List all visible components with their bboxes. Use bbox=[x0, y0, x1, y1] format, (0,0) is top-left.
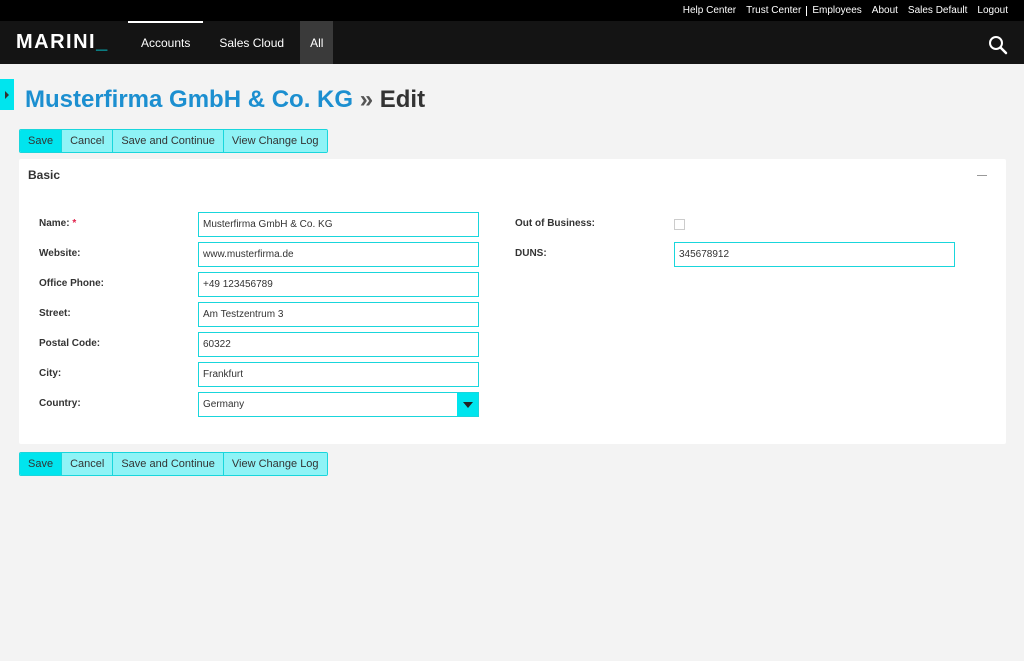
nav-tab-accounts[interactable]: Accounts bbox=[128, 21, 204, 64]
duns-label: DUNS: bbox=[515, 248, 547, 259]
save-and-continue-button[interactable]: Save and Continue bbox=[113, 130, 224, 152]
nav-tab-sales-cloud[interactable]: Sales Cloud bbox=[206, 21, 297, 64]
page-title: Musterfirma GmbH & Co. KG » Edit bbox=[25, 86, 425, 114]
main-navbar: MARINI _ Accounts Sales Cloud All bbox=[0, 21, 1024, 64]
website-input[interactable]: www.musterfirma.de bbox=[198, 242, 479, 267]
sales-default-link[interactable]: Sales Default bbox=[903, 5, 972, 16]
name-input[interactable]: Musterfirma GmbH & Co. KG bbox=[198, 212, 479, 237]
help-center-link[interactable]: Help Center bbox=[678, 5, 741, 16]
page-title-record[interactable]: Musterfirma GmbH & Co. KG bbox=[25, 86, 353, 113]
nav-tab-all[interactable]: All bbox=[300, 21, 334, 64]
collapse-panel-icon[interactable] bbox=[977, 175, 987, 176]
out-of-business-checkbox[interactable] bbox=[674, 219, 685, 230]
top-utility-bar: Help Center Trust Center Employees About… bbox=[0, 0, 1024, 21]
basic-panel: Basic Name: * Website: Office Phone: Str… bbox=[19, 159, 1006, 444]
about-link[interactable]: About bbox=[867, 5, 903, 16]
postal-code-label: Postal Code: bbox=[39, 338, 101, 349]
trust-center-link[interactable]: Trust Center bbox=[741, 5, 806, 16]
office-phone-label: Office Phone: bbox=[39, 278, 105, 289]
view-change-log-button[interactable]: View Change Log bbox=[223, 130, 327, 152]
country-label: Country: bbox=[39, 398, 81, 409]
chevron-right-icon bbox=[5, 90, 9, 99]
country-select-value: Germany bbox=[203, 399, 245, 410]
nav-tab-all-label: All bbox=[310, 35, 324, 50]
country-select[interactable]: Germany bbox=[198, 392, 479, 417]
brand-logo[interactable]: MARINI _ bbox=[0, 21, 128, 64]
office-phone-input[interactable]: +49 123456789 bbox=[198, 272, 479, 297]
sidebar-toggle-button[interactable] bbox=[0, 79, 14, 110]
name-label: Name: * bbox=[39, 218, 76, 229]
logout-link[interactable]: Logout bbox=[972, 5, 1013, 16]
action-button-group-bottom: Save Cancel Save and Continue View Chang… bbox=[19, 452, 328, 476]
dropdown-arrow-icon[interactable] bbox=[457, 393, 478, 416]
street-input[interactable]: Am Testzentrum 3 bbox=[198, 302, 479, 327]
save-and-continue-button[interactable]: Save and Continue bbox=[113, 453, 224, 475]
required-marker: * bbox=[72, 218, 77, 229]
page-title-separator: » bbox=[359, 86, 374, 113]
city-input[interactable]: Frankfurt bbox=[198, 362, 479, 387]
panel-title: Basic bbox=[28, 168, 61, 182]
city-label: City: bbox=[39, 368, 62, 379]
street-label: Street: bbox=[39, 308, 71, 319]
brand-underscore: _ bbox=[96, 31, 109, 53]
cancel-button[interactable]: Cancel bbox=[62, 453, 114, 475]
employees-link[interactable]: Employees bbox=[807, 5, 866, 16]
search-icon[interactable] bbox=[988, 35, 1008, 55]
out-of-business-label: Out of Business: bbox=[515, 218, 596, 229]
save-button[interactable]: Save bbox=[20, 130, 63, 152]
duns-input[interactable]: 345678912 bbox=[674, 242, 955, 267]
page-title-mode: Edit bbox=[379, 86, 426, 113]
view-change-log-button[interactable]: View Change Log bbox=[223, 453, 327, 475]
save-button[interactable]: Save bbox=[20, 453, 63, 475]
nav-tab-accounts-label: Accounts bbox=[141, 35, 191, 50]
brand-name: MARINI bbox=[16, 31, 97, 53]
nav-tab-sales-cloud-label: Sales Cloud bbox=[219, 35, 285, 50]
action-button-group-top: Save Cancel Save and Continue View Chang… bbox=[19, 129, 328, 153]
name-label-text: Name: bbox=[39, 218, 70, 229]
postal-code-input[interactable]: 60322 bbox=[198, 332, 479, 357]
cancel-button[interactable]: Cancel bbox=[62, 130, 114, 152]
website-label: Website: bbox=[39, 248, 81, 259]
